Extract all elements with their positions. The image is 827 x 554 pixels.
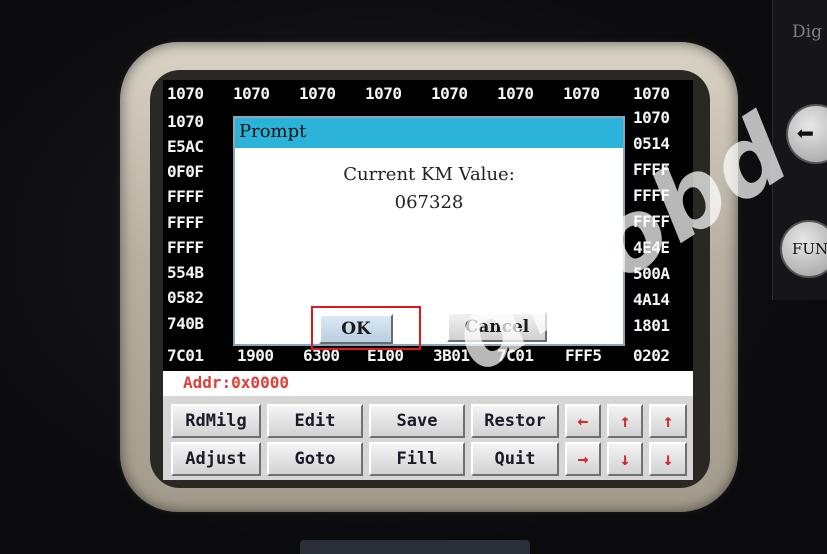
hex-top-5: 1070 — [497, 84, 534, 103]
page-down-icon[interactable]: ↓ — [649, 442, 687, 476]
side-label: Dig — [792, 22, 822, 42]
hex-top-1: 1070 — [233, 84, 270, 103]
cancel-button[interactable]: Cancel — [447, 312, 547, 342]
hex-bottom-5: 7C01 — [497, 346, 534, 365]
goto-button[interactable]: Goto — [267, 442, 363, 476]
softkey-panel: RdMilg Edit Save Restor ← ↑ ↑ Adjust Got… — [163, 396, 693, 480]
km-value: 067328 — [394, 192, 464, 213]
fill-button[interactable]: Fill — [369, 442, 465, 476]
hex-bottom-1: 1900 — [237, 346, 274, 365]
hex-left-4: FFFF — [167, 213, 204, 232]
fun-button-label: FUN — [792, 240, 827, 258]
hex-right-3: FFFF — [633, 186, 670, 205]
lcd-screen: 1070 1070 1070 1070 1070 1070 1070 1070 … — [163, 80, 693, 480]
hex-right-6: 500A — [633, 264, 670, 283]
hex-left-8: 740B — [167, 314, 204, 333]
hex-left-0: 1070 — [167, 112, 204, 131]
hex-bottom-0: 7C01 — [167, 346, 204, 365]
save-button[interactable]: Save — [369, 404, 465, 438]
hex-bottom-6: FFF5 — [565, 346, 602, 365]
hex-bottom-7: 0202 — [633, 346, 670, 365]
hex-left-2: 0F0F — [167, 162, 204, 181]
quit-button[interactable]: Quit — [471, 442, 559, 476]
device-bottom-strip — [300, 540, 530, 554]
arrow-down-icon[interactable]: ↓ — [607, 442, 643, 476]
prompt-dialog: Prompt Current KM Value: 067328 OK Cance… — [233, 116, 625, 350]
restor-button[interactable]: Restor — [471, 404, 559, 438]
arrow-up-icon[interactable]: ↑ — [607, 404, 643, 438]
hex-right-4: FFFF — [633, 212, 670, 231]
hex-left-3: FFFF — [167, 187, 204, 206]
km-value-label: Current KM Value: — [343, 164, 515, 185]
hex-top-4: 1070 — [431, 84, 468, 103]
hex-right-0: 1070 — [633, 108, 670, 127]
arrow-left-icon[interactable]: ← — [565, 404, 601, 438]
hex-right-1: 0514 — [633, 134, 670, 153]
hex-left-1: E5AC — [167, 137, 204, 156]
adjust-button[interactable]: Adjust — [171, 442, 261, 476]
hex-left-5: FFFF — [167, 238, 204, 257]
dialog-title: Prompt — [235, 118, 623, 148]
arrow-right-icon[interactable]: → — [565, 442, 601, 476]
device-body: Dig ⬅ FUN 1070 1070 1070 1070 1070 1070 … — [0, 0, 827, 554]
hex-top-0: 1070 — [167, 84, 204, 103]
edit-button[interactable]: Edit — [267, 404, 363, 438]
hex-right-5: 4E4E — [633, 238, 670, 257]
ok-button[interactable]: OK — [319, 314, 393, 344]
back-arrow-icon: ⬅ — [795, 116, 815, 152]
address-bar: Addr:0x0000 — [163, 371, 693, 396]
hex-left-6: 554B — [167, 263, 204, 282]
hex-right-2: FFFF — [633, 160, 670, 179]
hex-top-2: 1070 — [299, 84, 336, 103]
page-up-icon[interactable]: ↑ — [649, 404, 687, 438]
hex-right-8: 1801 — [633, 316, 670, 335]
hex-right-7: 4A14 — [633, 290, 670, 309]
hex-top-7: 1070 — [633, 84, 670, 103]
hex-top-3: 1070 — [365, 84, 402, 103]
rdmilg-button[interactable]: RdMilg — [171, 404, 261, 438]
hex-top-6: 1070 — [563, 84, 600, 103]
hex-bottom-4: 3B01 — [433, 346, 470, 365]
hex-left-7: 0582 — [167, 288, 204, 307]
